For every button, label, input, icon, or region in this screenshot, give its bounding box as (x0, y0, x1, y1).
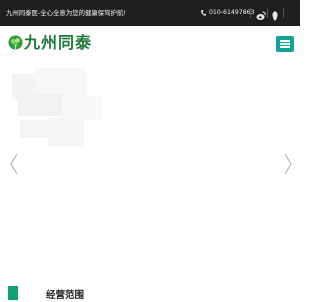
section-title: 经营范围 (46, 290, 85, 301)
phone-number: 010-61497863 (201, 0, 255, 26)
qq-icon[interactable] (270, 7, 280, 21)
weibo-icon[interactable] (256, 7, 266, 20)
topbar-divider (267, 8, 268, 18)
hamburger-menu-icon[interactable] (276, 36, 294, 52)
hero-carousel[interactable] (0, 64, 300, 264)
business-scope-section: 经营范围 (0, 264, 300, 301)
topbar-divider (283, 8, 284, 18)
site-header: 九州同泰 (0, 26, 300, 64)
topbar-divider (250, 8, 251, 18)
phone-icon (201, 0, 207, 26)
chevron-left-icon[interactable] (8, 152, 20, 176)
phone-number-text: 010-61497863 (208, 9, 255, 16)
tree-logo-icon[interactable] (8, 35, 23, 51)
slogan-text: 九州同泰医-全心全意为您的健康保驾护航! (6, 9, 126, 17)
section-accent-bar (8, 286, 18, 300)
top-bar: 九州同泰医-全心全意为您的健康保驾护航! 010-61497863 (0, 0, 300, 26)
chevron-right-icon[interactable] (282, 152, 294, 176)
carousel-slide-image (12, 68, 102, 146)
brand-name[interactable]: 九州同泰 (24, 32, 92, 54)
